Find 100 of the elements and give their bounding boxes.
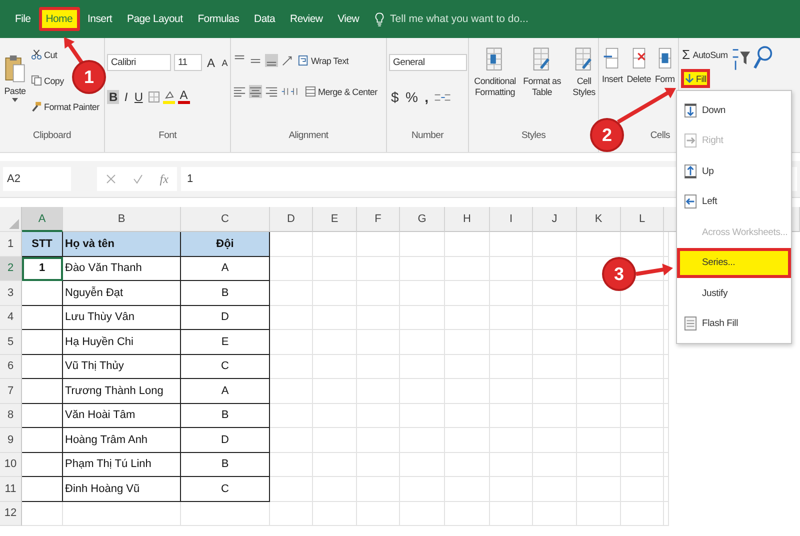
align-bottom-icon[interactable]: [265, 54, 278, 67]
column-header[interactable]: A: [22, 207, 63, 232]
row-header[interactable]: 4: [0, 306, 22, 330]
table-cell: Họ và tên: [63, 232, 181, 256]
copy-icon: [31, 75, 42, 86]
menu-item[interactable]: Series...: [677, 248, 791, 278]
column-header[interactable]: J: [533, 207, 577, 232]
name-box[interactable]: A2: [3, 167, 71, 191]
column-header[interactable]: E: [313, 207, 357, 232]
font-size-dropdown[interactable]: 11: [174, 54, 202, 71]
styles-button[interactable]: Conditional Formatting: [471, 44, 519, 100]
empty-cell: [357, 232, 400, 256]
tell-me-field[interactable]: Tell me what you want to do...: [375, 12, 592, 26]
table-cell: STT: [22, 232, 63, 256]
underline-button[interactable]: U: [132, 90, 145, 104]
wrap-text-button[interactable]: Wrap Text: [297, 54, 350, 67]
row-header[interactable]: 11: [0, 477, 22, 502]
menu-item[interactable]: Down: [677, 95, 791, 126]
copy-button[interactable]: Copy: [30, 74, 65, 87]
align-right-icon[interactable]: [265, 85, 278, 98]
group-label: Number: [410, 130, 445, 143]
merge-center-button[interactable]: Merge & Center: [304, 85, 378, 98]
callout-arrow: [616, 88, 676, 124]
comma-button[interactable]: ,: [422, 89, 430, 105]
insert-function-button[interactable]: fx: [160, 172, 168, 186]
empty-cell: [533, 281, 577, 306]
column-header[interactable]: K: [577, 207, 621, 232]
ribbon-tab[interactable]: Insert: [80, 7, 120, 31]
row-header[interactable]: 2: [0, 256, 22, 281]
align-center-icon[interactable]: [249, 85, 262, 98]
column-header[interactable]: F: [357, 207, 400, 232]
row-header[interactable]: 8: [0, 404, 22, 428]
empty-cell: [270, 281, 313, 306]
row-header[interactable]: 3: [0, 281, 22, 306]
fill-color-icon[interactable]: [162, 90, 175, 104]
column-header[interactable]: H: [445, 207, 490, 232]
row-header[interactable]: 6: [0, 354, 22, 379]
empty-cell: [577, 330, 621, 354]
empty-cell: [533, 502, 577, 526]
row-header[interactable]: 9: [0, 428, 22, 452]
row-header[interactable]: 7: [0, 379, 22, 404]
font-color-button[interactable]: A: [178, 89, 190, 104]
column-header[interactable]: L: [621, 207, 664, 232]
row-header[interactable]: 5: [0, 330, 22, 354]
currency-button[interactable]: $: [389, 89, 400, 105]
column-header[interactable]: C: [181, 207, 270, 232]
menu-item[interactable]: Flash Fill: [677, 308, 791, 339]
italic-button[interactable]: I: [122, 90, 130, 104]
wrap-text-icon: [298, 55, 309, 66]
table-cell: A: [181, 379, 270, 404]
percent-button[interactable]: %: [404, 89, 420, 105]
row-header[interactable]: 12: [0, 502, 22, 526]
step-badge: 2: [592, 120, 622, 150]
empty-cell: [270, 404, 313, 428]
font-family-dropdown[interactable]: Calibri: [107, 54, 171, 71]
orientation-icon[interactable]: [281, 54, 294, 67]
ribbon-tab[interactable]: Page Layout: [120, 7, 190, 31]
caret-icon: [12, 98, 18, 102]
format-painter-button[interactable]: Format Painter: [30, 100, 100, 113]
row-header[interactable]: 10: [0, 452, 22, 477]
styles-button[interactable]: Cell Styles: [565, 44, 598, 100]
borders-icon[interactable]: [148, 90, 160, 102]
table-cell: A: [181, 256, 270, 281]
table-cell: Nguyễn Đạt: [63, 281, 181, 306]
styles-button[interactable]: Format as Table: [521, 44, 563, 100]
paste-button[interactable]: Paste: [2, 44, 28, 104]
empty-cell: [445, 306, 490, 330]
ribbon-tab[interactable]: Data: [247, 7, 282, 31]
grow-font-button[interactable]: A: [205, 56, 217, 70]
check-icon[interactable]: [132, 174, 143, 184]
ribbon-tab[interactable]: File: [8, 7, 38, 31]
autosum-button[interactable]: Σ AutoSum: [681, 46, 729, 63]
column-header[interactable]: I: [490, 207, 533, 232]
row-header[interactable]: 1: [0, 232, 22, 256]
number-format-dropdown[interactable]: General: [389, 54, 467, 71]
menu-item[interactable]: Justify: [677, 278, 791, 308]
table-cell: Hoàng Trâm Anh: [63, 428, 181, 452]
column-header[interactable]: B: [63, 207, 181, 232]
ribbon-tab[interactable]: View: [330, 7, 366, 31]
ribbon-tab[interactable]: Home: [38, 7, 80, 31]
fill-button[interactable]: Fill: [681, 69, 710, 88]
step-badge: 3: [604, 259, 634, 289]
cut-button[interactable]: Cut: [30, 48, 58, 61]
table-cell: 1: [22, 256, 63, 281]
shrink-font-button[interactable]: A: [220, 58, 230, 68]
column-header[interactable]: D: [270, 207, 313, 232]
column-header[interactable]: G: [400, 207, 445, 232]
bold-button[interactable]: B: [107, 90, 120, 104]
empty-cell: [577, 232, 621, 256]
empty-cell: [490, 379, 533, 404]
cells-button[interactable]: Insert: [601, 44, 624, 86]
ribbon-tab[interactable]: Review: [283, 7, 330, 31]
empty-cell: [400, 330, 445, 354]
align-left-icon[interactable]: [233, 85, 246, 98]
paintbrush-icon: [31, 101, 42, 112]
table-cell: Lưu Thùy Vân: [63, 306, 181, 330]
cells-button[interactable]: Form: [654, 44, 676, 86]
cells-button[interactable]: Delete: [626, 44, 652, 86]
empty-cell: [490, 281, 533, 306]
ribbon-tab[interactable]: Formulas: [190, 7, 246, 31]
